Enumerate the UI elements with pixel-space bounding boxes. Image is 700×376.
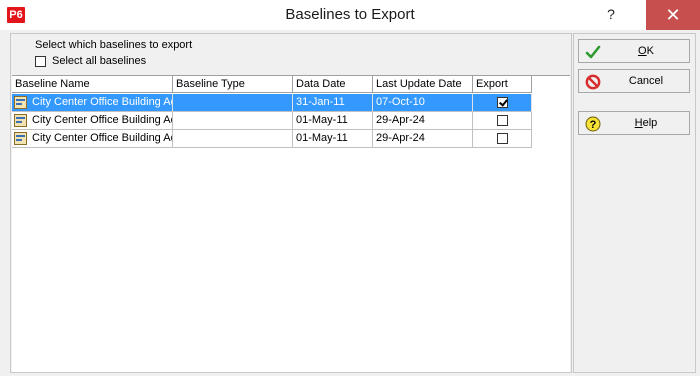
export-cell [473, 94, 532, 112]
export-checkbox[interactable] [497, 133, 508, 144]
selection-prompt: Select which baselines to export [35, 39, 193, 51]
last-update-cell: 07-Oct-10 [373, 94, 473, 112]
titlebar-help-button[interactable]: ? [598, 0, 624, 30]
baseline-type-cell [173, 112, 293, 130]
help-button[interactable]: ? Help [578, 111, 690, 135]
baseline-name-cell[interactable]: City Center Office Building Ad [12, 94, 173, 112]
select-all-label: Select all baselines [52, 55, 147, 67]
export-checkbox[interactable] [497, 97, 508, 108]
table-row[interactable]: City Center Office Building Ad 01-May-11… [12, 112, 532, 130]
baseline-type-cell [173, 130, 293, 148]
dialog-title: Baselines to Export [285, 6, 415, 23]
export-cell [473, 130, 532, 148]
svg-text:?: ? [590, 119, 597, 131]
data-date-cell: 31-Jan-11 [293, 94, 373, 112]
export-checkbox[interactable] [497, 115, 508, 126]
select-all-baselines[interactable]: Select all baselines [35, 55, 146, 67]
table-header: Baseline Name Baseline Type Data Date La… [12, 76, 532, 94]
select-all-checkbox[interactable] [35, 55, 46, 67]
baseline-project-icon [14, 132, 27, 145]
col-header-baseline-name[interactable]: Baseline Name [12, 76, 173, 93]
last-update-cell: 29-Apr-24 [373, 130, 473, 148]
baseline-project-icon [14, 114, 27, 127]
ok-button[interactable]: OK [578, 39, 690, 63]
col-header-last-update-date[interactable]: Last Update Date [373, 76, 473, 93]
baseline-name-cell[interactable]: City Center Office Building Ad [12, 112, 173, 130]
table-row[interactable]: City Center Office Building Ad 01-May-11… [12, 130, 532, 148]
baseline-project-icon [14, 96, 27, 109]
help-icon: ? [585, 116, 601, 132]
baselines-table: Baseline Name Baseline Type Data Date La… [12, 75, 570, 372]
baseline-type-cell [173, 94, 293, 112]
data-date-cell: 01-May-11 [293, 130, 373, 148]
baseline-name-cell[interactable]: City Center Office Building Ad [12, 130, 173, 148]
checkmark-icon [585, 45, 601, 59]
col-header-data-date[interactable]: Data Date [293, 76, 373, 93]
cancel-icon [585, 74, 601, 90]
action-buttons-pane: OK Cancel ? Help [573, 33, 696, 373]
table-row[interactable]: City Center Office Building Ad 31-Jan-11… [12, 94, 532, 112]
col-header-baseline-type[interactable]: Baseline Type [173, 76, 293, 93]
cancel-button[interactable]: Cancel [578, 69, 690, 93]
col-header-export[interactable]: Export [473, 76, 532, 93]
data-date-cell: 01-May-11 [293, 112, 373, 130]
last-update-cell: 29-Apr-24 [373, 112, 473, 130]
export-cell [473, 112, 532, 130]
baselines-export-dialog: P6 Baselines to Export ? ✕ Select which … [0, 0, 700, 376]
close-button[interactable]: ✕ [646, 0, 700, 30]
baseline-selection-pane: Select which baselines to export Select … [10, 33, 572, 373]
title-bar: P6 Baselines to Export ? ✕ [0, 0, 700, 31]
